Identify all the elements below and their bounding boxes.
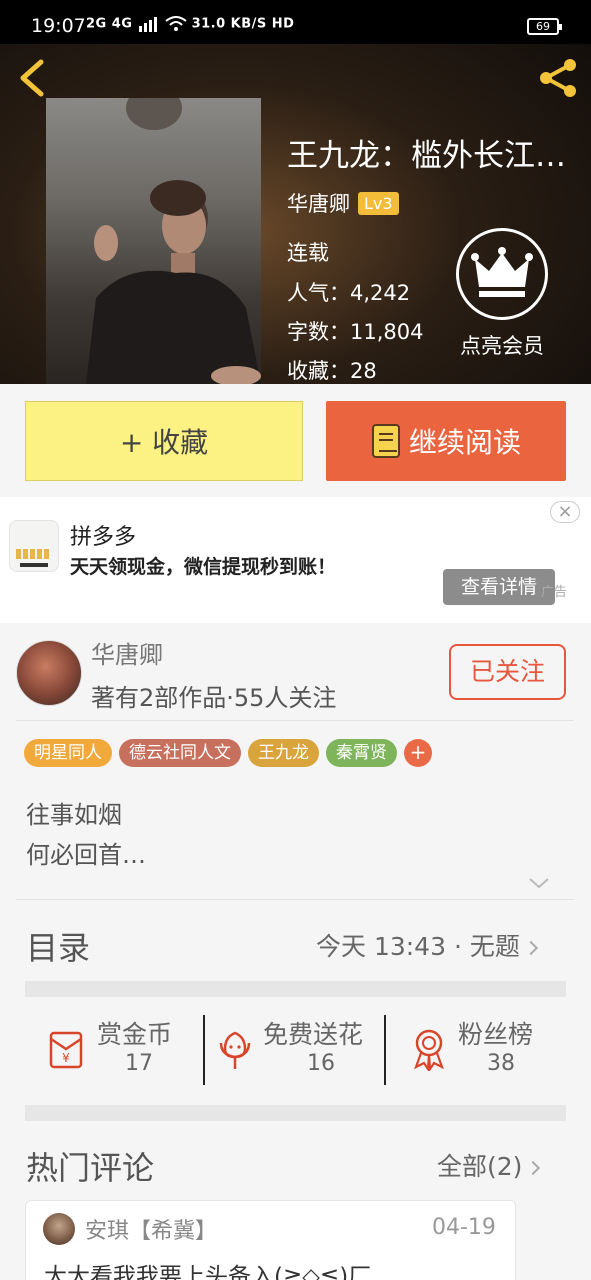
hot-comments-title: 热门评论 (26, 1149, 155, 1187)
tag-item[interactable]: 德云社同人文 (119, 739, 241, 767)
level-badge: Lv3 (358, 191, 399, 215)
comment-date: 04-19 (432, 1215, 496, 1240)
ad-title: 拼多多 (70, 525, 137, 550)
send-flowers-value: 16 (307, 1051, 335, 1076)
continue-reading-button[interactable]: 继续阅读 (326, 401, 566, 481)
action-bar: + 收藏 继续阅读 (0, 384, 591, 497)
signal-icon (138, 17, 157, 32)
network-speed: 31.0 KB/S (191, 16, 267, 32)
book-intro: 往事如烟 何必回首… (26, 795, 146, 875)
continue-reading-label: 继续阅读 (408, 426, 521, 459)
status-bar: 19:07 2G 4G 31.0 KB/S HD 69 (0, 0, 591, 44)
popularity-label: 人气： (287, 281, 350, 305)
chevron-right-icon (523, 940, 538, 956)
favorites-label: 收藏： (287, 359, 350, 383)
popularity-value: 4,242 (350, 281, 411, 305)
chevron-right-icon (526, 1160, 541, 1176)
book-author-row: 华唐卿 Lv3 (287, 188, 399, 218)
all-comments-link[interactable]: 全部(2) (437, 1147, 541, 1183)
chevron-down-icon[interactable] (528, 876, 550, 890)
vip-button[interactable] (456, 228, 548, 320)
book-detail-page: 19:07 2G 4G 31.0 KB/S HD 69 王九龙：槛外长江… 华唐… (0, 0, 591, 1280)
send-flowers-label: 免费送花 (263, 1020, 364, 1049)
reward-coins-value: 17 (125, 1051, 153, 1076)
author-stats: 著有2部作品·55人关注 (91, 684, 337, 712)
ad-mark: 广告 (541, 585, 568, 600)
vip-label[interactable]: 点亮会员 (456, 330, 548, 360)
ad-close-button[interactable]: × (550, 501, 580, 523)
book-favorites: 收藏：28 (287, 355, 377, 385)
book-author[interactable]: 华唐卿 (287, 188, 350, 218)
ad-banner[interactable]: 拼多多 天天领现金，微信提现秒到账！ × 查看详情 广告 (0, 497, 591, 623)
ad-detail-button[interactable]: 查看详情 (443, 569, 555, 605)
status-network: 2G 4G 31.0 KB/S HD (86, 16, 294, 32)
intro-line: 往事如烟 (26, 801, 122, 829)
toc-title[interactable]: 目录 (26, 923, 90, 969)
ad-app-logo (9, 520, 59, 572)
share-button[interactable] (534, 54, 582, 102)
tag-item[interactable]: 明星同人 (24, 739, 112, 767)
author-avatar[interactable] (16, 640, 82, 706)
favorites-value: 28 (350, 359, 377, 383)
network-type: 2G 4G (86, 16, 133, 32)
latest-chapter-label: 今天 13:43 · 无题 (316, 932, 520, 961)
book-cover[interactable] (46, 98, 261, 384)
tag-list: 明星同人 德云社同人文 王九龙 秦霄贤 + (24, 739, 432, 767)
tag-item[interactable]: 王九龙 (248, 739, 319, 767)
fan-ranking-label: 粉丝榜 (458, 1020, 534, 1049)
book-icon (371, 424, 400, 458)
back-button[interactable] (14, 56, 50, 100)
book-title: 王九龙：槛外长江… (287, 138, 566, 174)
book-status: 连载 (287, 241, 329, 265)
words-label: 字数： (287, 320, 350, 344)
section-separator (25, 1105, 566, 1121)
fan-ranking-value: 38 (487, 1051, 515, 1076)
medal-icon (414, 1029, 444, 1071)
svg-text:¥: ¥ (62, 1051, 70, 1065)
follow-button[interactable]: 已关注 (449, 644, 566, 700)
comment-text: 大大看我我要上头备入(≧◇≦)厂 (44, 1264, 372, 1280)
ad-description: 天天领现金，微信提现秒到账！ (70, 556, 337, 578)
book-popularity: 人气：4,242 (287, 277, 410, 307)
divider (16, 899, 574, 900)
add-tag-button[interactable]: + (404, 739, 432, 767)
author-name[interactable]: 华唐卿 (91, 635, 163, 670)
red-envelope-icon: ¥ (49, 1031, 83, 1069)
commenter-name[interactable]: 安琪【希冀】 (85, 1213, 217, 1245)
intro-line: 何必回首… (26, 841, 146, 869)
stat-divider (384, 1015, 386, 1085)
divider (16, 720, 574, 721)
section-separator (25, 981, 566, 997)
crown-icon (471, 247, 533, 297)
all-comments-label: 全部(2) (437, 1152, 523, 1181)
reward-coins-label: 赏金币 (97, 1020, 173, 1049)
stat-divider (203, 1015, 205, 1085)
tag-item[interactable]: 秦霄贤 (326, 739, 397, 767)
cover-image (86, 98, 261, 384)
author-section: 华唐卿 著有2部作品·55人关注 已关注 明星同人 德云社同人文 王九龙 秦霄贤… (0, 623, 591, 1280)
flower-icon (219, 1031, 251, 1069)
book-header: 19:07 2G 4G 31.0 KB/S HD 69 王九龙：槛外长江… 华唐… (0, 0, 591, 384)
words-value: 11,804 (350, 320, 424, 344)
latest-chapter[interactable]: 今天 13:43 · 无题 (316, 927, 538, 963)
wifi-icon (164, 16, 187, 31)
hd-indicator: HD (271, 16, 295, 32)
book-words: 字数：11,804 (287, 316, 423, 346)
collect-button[interactable]: + 收藏 (25, 401, 303, 481)
status-time: 19:07 (31, 15, 86, 37)
battery-icon: 69 (527, 18, 562, 35)
comment-card[interactable]: 安琪【希冀】 04-19 大大看我我要上头备入(≧◇≦)厂 (25, 1200, 516, 1280)
commenter-avatar[interactable] (43, 1213, 75, 1245)
